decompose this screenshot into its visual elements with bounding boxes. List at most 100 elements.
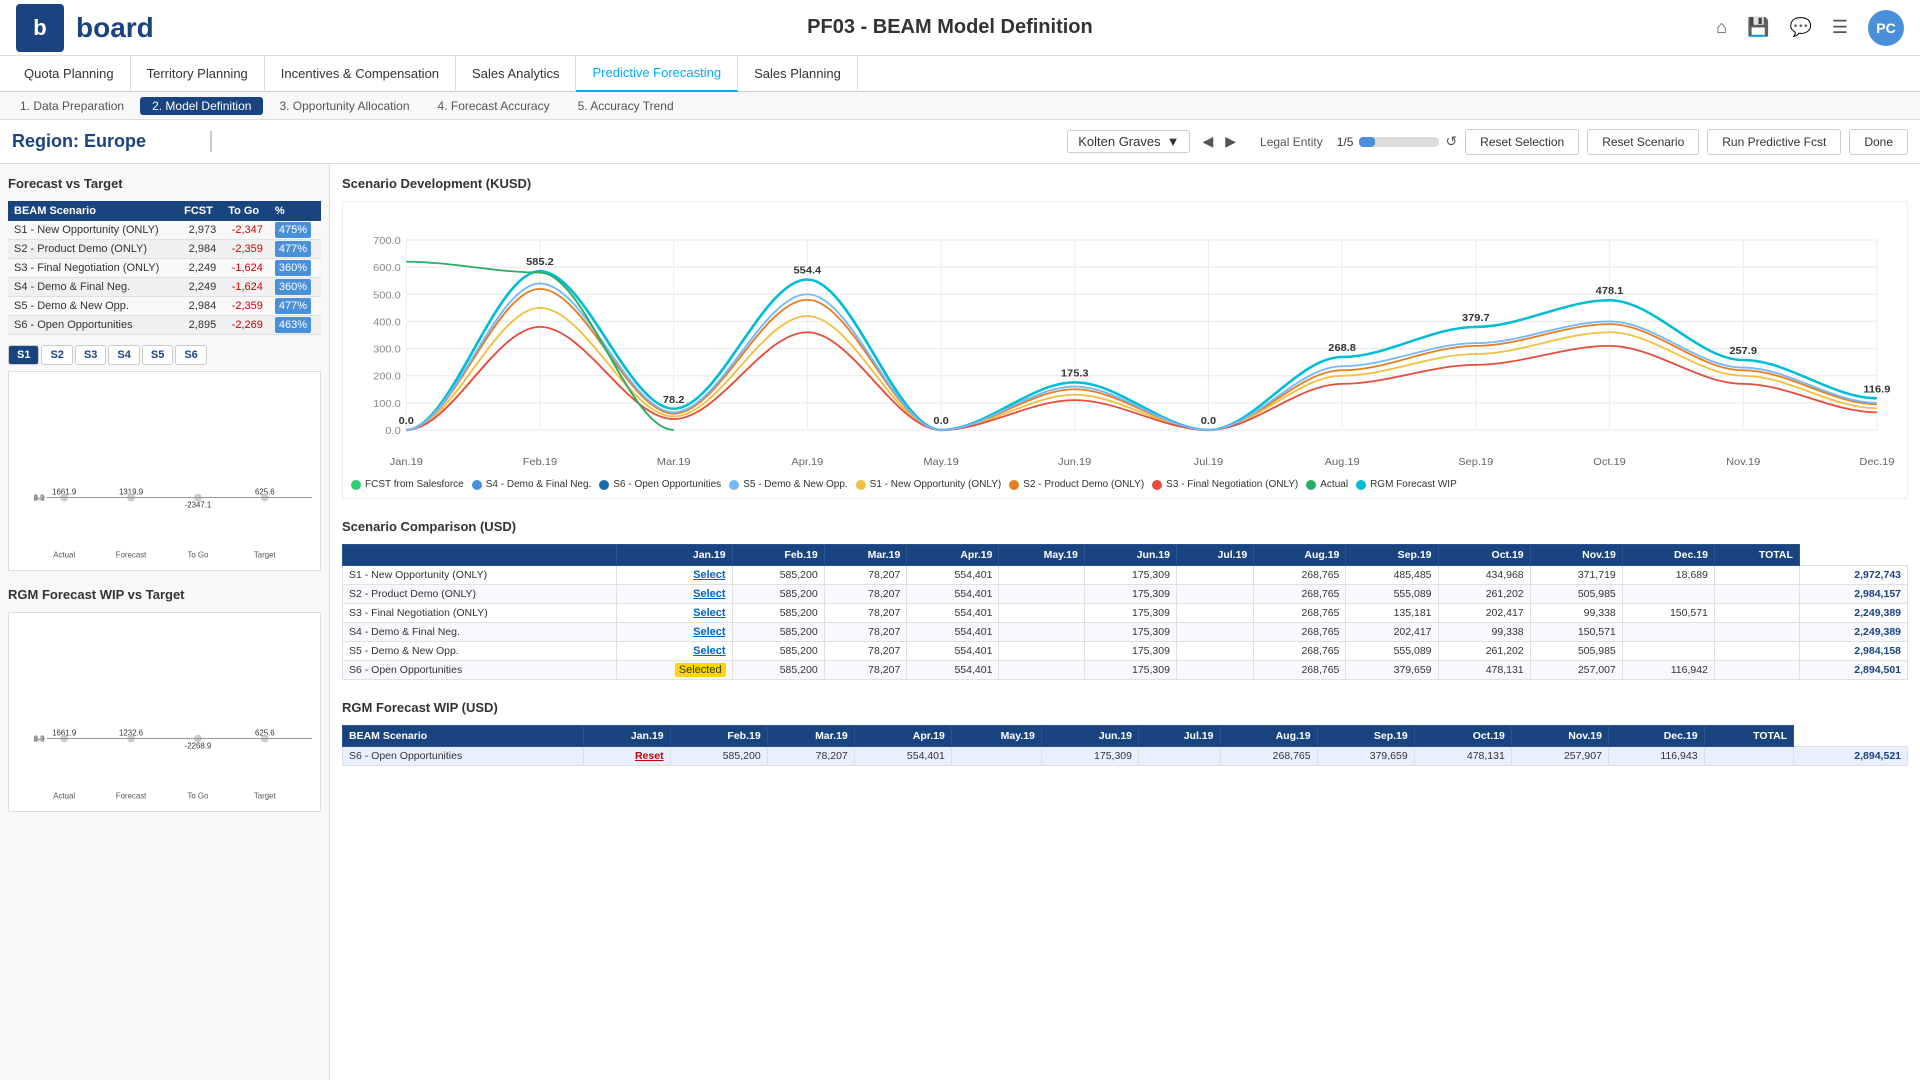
reset-scenario-button[interactable]: Reset Scenario [1587, 129, 1699, 155]
rgm-action[interactable]: Reset [583, 747, 670, 766]
reset-selection-button[interactable]: Reset Selection [1465, 129, 1579, 155]
main-line [406, 271, 1877, 430]
scenario-comparison-section: Scenario Comparison (USD) Jan.19Feb.19Ma… [342, 515, 1908, 680]
forecast-row[interactable]: S1 - New Opportunity (ONLY) 2,973 -2,347… [8, 221, 321, 240]
comp-value: 78,207 [824, 661, 907, 680]
scenario-name: S4 - Demo & Final Neg. [8, 278, 178, 297]
forecast-row[interactable]: S3 - Final Negotiation (ONLY) 2,249 -1,6… [8, 259, 321, 278]
comp-action[interactable]: Select [617, 623, 732, 642]
pct-value: 360% [269, 259, 321, 278]
forecast-row[interactable]: S6 - Open Opportunities 2,895 -2,269 463… [8, 316, 321, 335]
comp-value [1176, 623, 1253, 642]
next-arrow[interactable]: ▶ [1221, 131, 1240, 152]
prev-arrow[interactable]: ◀ [1198, 131, 1217, 152]
comp-value: 554,401 [907, 661, 999, 680]
app-logo: b [16, 4, 64, 52]
svg-text:500.0: 500.0 [373, 290, 401, 301]
main-content: Forecast vs Target BEAM Scenario FCST To… [0, 164, 1920, 1080]
legend-item: S6 - Open Opportunities [599, 479, 721, 490]
scenario-dev-section: Scenario Development (KUSD) 0.0100.0200.… [342, 172, 1908, 499]
scenario-tabs: S1S2S3S4S5S6 [8, 345, 321, 365]
comp-value: 175,309 [1084, 661, 1176, 680]
forecast-table: BEAM Scenario FCST To Go % S1 - New Oppo… [8, 201, 321, 335]
comp-value: 150,571 [1530, 623, 1622, 642]
scenario-tab-s2[interactable]: S2 [41, 345, 72, 365]
nav-incentives[interactable]: Incentives & Compensation [265, 56, 456, 92]
fcst-value: 2,895 [178, 316, 222, 335]
comp-value [1714, 623, 1799, 642]
legend-color [599, 480, 609, 490]
comp-scenario-name: S4 - Demo & Final Neg. [343, 623, 617, 642]
subnav-model-def[interactable]: 2. Model Definition [140, 97, 263, 115]
comparison-row: S4 - Demo & Final Neg.Select585,20078,20… [343, 623, 1908, 642]
subnav-acc-trend[interactable]: 5. Accuracy Trend [566, 97, 686, 115]
fcst-value: 2,984 [178, 297, 222, 316]
comp-value: 261,202 [1438, 585, 1530, 604]
refresh-icon[interactable]: ↺ [1445, 133, 1457, 150]
rgm-scenario: S6 - Open Opportunities [343, 747, 584, 766]
comp-action[interactable]: Select [617, 566, 732, 585]
subnav-data-prep[interactable]: 1. Data Preparation [8, 97, 136, 115]
svg-text:300.0: 300.0 [373, 344, 401, 355]
pct-value: 477% [269, 240, 321, 259]
comp-value: 175,309 [1084, 642, 1176, 661]
comp-value: 478,131 [1438, 661, 1530, 680]
scenario-tab-s4[interactable]: S4 [108, 345, 139, 365]
comp-value: 379,659 [1346, 661, 1438, 680]
nav-quota-planning[interactable]: Quota Planning [8, 56, 131, 92]
scenario-tab-s5[interactable]: S5 [142, 345, 173, 365]
chart-legend: FCST from SalesforceS4 - Demo & Final Ne… [351, 479, 1899, 490]
svg-text:-2268.9: -2268.9 [185, 741, 212, 750]
forecast-row[interactable]: S5 - Demo & New Opp. 2,984 -2,359 477% [8, 297, 321, 316]
comp-value: 175,309 [1084, 566, 1176, 585]
rgm-value: 379,659 [1317, 747, 1414, 766]
scenario-tab-s1[interactable]: S1 [8, 345, 39, 365]
forecast-row[interactable]: S4 - Demo & Final Neg. 2,249 -1,624 360% [8, 278, 321, 297]
avatar[interactable]: PC [1868, 10, 1904, 46]
comp-value [1176, 604, 1253, 623]
nav-sales-planning[interactable]: Sales Planning [738, 56, 858, 92]
col-to-go: To Go [222, 201, 269, 221]
comp-value: 585,200 [732, 623, 824, 642]
svg-text:400.0: 400.0 [373, 317, 401, 328]
user-selector[interactable]: Kolten Graves ▼ [1067, 130, 1190, 153]
run-predictive-fcst-button[interactable]: Run Predictive Fcst [1707, 129, 1841, 155]
comp-value [1176, 585, 1253, 604]
save-icon[interactable]: 💾 [1747, 17, 1769, 38]
comp-action[interactable]: Select [617, 604, 732, 623]
forecast-row[interactable]: S2 - Product Demo (ONLY) 2,984 -2,359 47… [8, 240, 321, 259]
home-icon[interactable]: ⌂ [1716, 17, 1727, 38]
comp-value: 585,200 [732, 585, 824, 604]
subnav-forecast-acc[interactable]: 4. Forecast Accuracy [426, 97, 562, 115]
rgm-value [1704, 747, 1794, 766]
comp-action[interactable]: Select [617, 585, 732, 604]
menu-icon[interactable]: ☰ [1832, 17, 1848, 38]
legend-label: FCST from Salesforce [365, 479, 464, 490]
scenario-tab-s3[interactable]: S3 [75, 345, 106, 365]
scenario-dev-title: Scenario Development (KUSD) [342, 172, 1908, 195]
legend-item: RGM Forecast WIP [1356, 479, 1457, 490]
legend-color [729, 480, 739, 490]
svg-text:Target: Target [254, 792, 277, 801]
done-button[interactable]: Done [1849, 129, 1908, 155]
rgm-col-9: Sep.19 [1317, 726, 1414, 747]
legend-label: Actual [1320, 479, 1348, 490]
chat-icon[interactable]: 💬 [1789, 17, 1811, 38]
nav-sales-analytics[interactable]: Sales Analytics [456, 56, 576, 92]
comp-action[interactable]: Selected [617, 661, 732, 680]
comp-value [999, 566, 1084, 585]
rgm-value: 478,131 [1414, 747, 1511, 766]
rgm-total: 2,894,521 [1794, 747, 1908, 766]
to-go-value: -1,624 [222, 278, 269, 297]
legend-label: S1 - New Opportunity (ONLY) [870, 479, 1002, 490]
svg-text:Actual: Actual [53, 792, 75, 801]
nav-predictive-forecasting[interactable]: Predictive Forecasting [576, 56, 738, 92]
comp-value [1176, 642, 1253, 661]
rgm-col-4: Apr.19 [854, 726, 951, 747]
subnav-opp-alloc[interactable]: 3. Opportunity Allocation [267, 97, 421, 115]
nav-territory-planning[interactable]: Territory Planning [131, 56, 265, 92]
scenario-tab-s6[interactable]: S6 [175, 345, 206, 365]
scenario-name: S6 - Open Opportunities [8, 316, 178, 335]
comp-action[interactable]: Select [617, 642, 732, 661]
comp-value: 554,401 [907, 566, 999, 585]
